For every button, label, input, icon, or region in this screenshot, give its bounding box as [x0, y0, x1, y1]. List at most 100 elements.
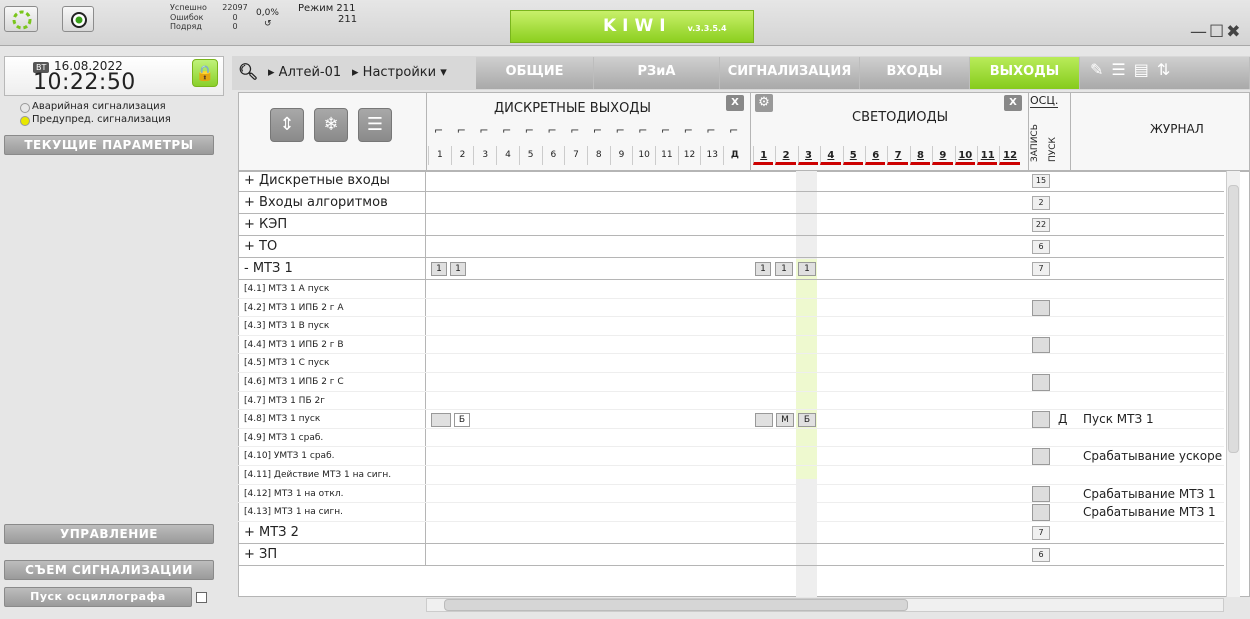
led-cell[interactable]: 1	[798, 262, 816, 276]
osc-title: ОСЦ.	[1030, 94, 1059, 108]
osc-count[interactable]: 2	[1032, 196, 1050, 210]
leds-title: СВЕТОДИОДЫ	[852, 110, 949, 125]
search-icon[interactable]: 🔍︎	[238, 62, 258, 81]
table-row	[238, 544, 1224, 566]
toolbar-icons[interactable]: ✎☰▤⇅	[1090, 60, 1178, 79]
edit-icon[interactable]: ✎	[1090, 60, 1111, 79]
discrete-col-12: 12	[677, 146, 701, 165]
control-button[interactable]: УПРАВЛЕНИЕ	[4, 524, 214, 544]
discrete-col-3: 3	[473, 146, 496, 165]
led-col-5: 5	[842, 146, 863, 165]
window-controls[interactable]: —☐✖	[1190, 22, 1242, 42]
table-row	[238, 214, 1224, 236]
osc-record-box[interactable]	[1032, 336, 1050, 354]
gear-icon[interactable]: ⚙	[755, 94, 773, 112]
discrete-col-11: 11	[655, 146, 678, 165]
app-logo: KIWI v.3.3.5.4	[510, 10, 754, 43]
alarm-indicator: Аварийная сигнализация	[20, 101, 166, 113]
tab-outputs[interactable]: ВЫХОДЫ	[970, 57, 1080, 89]
table-row	[238, 373, 1224, 392]
discrete-cell[interactable]	[431, 412, 451, 427]
connection-icon[interactable]	[4, 6, 38, 32]
led-cell[interactable]: Б	[798, 412, 816, 427]
current-params-button[interactable]: ТЕКУЩИЕ ПАРАМЕТРЫ	[4, 135, 214, 155]
led-col-11: 11	[977, 146, 998, 165]
time-label: 10:22:50	[33, 70, 136, 95]
document-icon[interactable]: ▤	[1134, 60, 1157, 79]
table-row	[238, 447, 1224, 466]
checklist-icon[interactable]: ☰	[358, 108, 392, 142]
osc-record-box[interactable]	[1032, 374, 1050, 391]
osc-count[interactable]: 6	[1032, 547, 1050, 562]
discrete-col-6: 6	[541, 146, 565, 165]
table-row	[238, 522, 1224, 544]
table-row	[238, 354, 1224, 373]
close-leds-button[interactable]: X	[1004, 95, 1022, 111]
journal-entry[interactable]: Срабатывание ускоре	[1083, 449, 1225, 463]
discrete-cell[interactable]: Б	[454, 412, 470, 427]
tab-general[interactable]: ОБЩИЕ	[476, 57, 594, 89]
led-cell[interactable]: 1	[775, 262, 793, 276]
relay-icon: ⌐	[524, 124, 535, 137]
relay-icon: ⌐	[592, 124, 603, 137]
relay-icon: ⌐	[729, 124, 739, 137]
list-icon[interactable]: ☰	[1111, 60, 1133, 79]
vertical-scroll-thumb[interactable]	[1228, 185, 1239, 453]
comm-percent: 0,0% ↺	[256, 8, 279, 29]
journal-entry[interactable]: Срабатывание МТЗ 1	[1083, 505, 1225, 519]
osc-record-box[interactable]	[1032, 485, 1050, 503]
mode-readout: Режим 211 211	[298, 3, 358, 25]
comm-stats-labels: Успешно Ошибок Подряд	[170, 3, 207, 31]
osc-count[interactable]: 15	[1032, 174, 1050, 188]
led-cell[interactable]: М	[776, 412, 794, 427]
relay-icon: ⌐	[615, 124, 625, 137]
alarm-dot-icon	[20, 103, 30, 113]
osc-count[interactable]: 7	[1032, 262, 1050, 276]
header-tools: ⇕ ❄ ☰	[270, 108, 396, 144]
horizontal-scroll-thumb[interactable]	[444, 599, 908, 611]
led-col-9: 9	[932, 146, 953, 165]
osc-count[interactable]: 7	[1032, 525, 1050, 540]
status-eye-icon[interactable]	[62, 6, 94, 32]
osc-record-box[interactable]	[1032, 504, 1050, 521]
alarm-reset-button[interactable]: СЪЕМ СИГНАЛИЗАЦИИ	[4, 560, 214, 580]
tab-inputs[interactable]: ВХОДЫ	[860, 57, 970, 89]
table-row	[238, 317, 1224, 336]
table-row	[238, 236, 1224, 258]
table-row	[238, 280, 1224, 299]
table-row	[238, 503, 1224, 522]
table-row	[238, 336, 1224, 355]
osc-start-mark: Д	[1058, 412, 1068, 427]
osc-count[interactable]: 6	[1032, 240, 1050, 254]
lock-icon[interactable]: 🔒	[192, 59, 218, 87]
discrete-col-4: 4	[496, 146, 519, 165]
close-discrete-button[interactable]: X	[726, 95, 744, 111]
breadcrumb-settings[interactable]: ▸ Настройки ▾	[352, 65, 447, 80]
osc-start-button[interactable]: Пуск осциллографа	[4, 587, 192, 607]
discrete-col-7: 7	[564, 146, 587, 165]
osc-record-box[interactable]	[1032, 448, 1050, 465]
osc-count[interactable]: 22	[1032, 218, 1050, 232]
discrete-cell[interactable]: 1	[450, 262, 466, 276]
led-cell[interactable]: 1	[755, 262, 771, 276]
relay-icon: ⌐	[683, 124, 693, 137]
journal-entry[interactable]: Срабатывание МТЗ 1	[1083, 487, 1225, 501]
breadcrumb-device[interactable]: ▸ Алтей-01	[268, 65, 341, 80]
relay-icon: ⌐	[638, 124, 648, 137]
discrete-col-5: 5	[518, 146, 542, 165]
tab-protection[interactable]: РЗиА	[594, 57, 720, 89]
led-col-6: 6	[865, 146, 886, 165]
discrete-col-2: 2	[450, 146, 474, 165]
discrete-cell[interactable]: 1	[431, 262, 447, 276]
led-cell[interactable]	[755, 412, 773, 427]
osc-start-checkbox[interactable]	[196, 592, 207, 603]
osc-record-box[interactable]	[1032, 299, 1050, 317]
expand-collapse-icon[interactable]: ⇕	[270, 108, 304, 142]
journal-entry[interactable]: Пуск МТЗ 1	[1083, 412, 1225, 426]
relay-icon: ⌐	[456, 124, 466, 137]
snowflake-icon[interactable]: ❄	[314, 108, 348, 142]
tab-signalling[interactable]: СИГНАЛИЗАЦИЯ	[720, 57, 860, 89]
osc-record-box[interactable]	[1032, 411, 1050, 428]
sort-icon[interactable]: ⇅	[1157, 60, 1178, 79]
discrete-col-9: 9	[609, 146, 633, 165]
